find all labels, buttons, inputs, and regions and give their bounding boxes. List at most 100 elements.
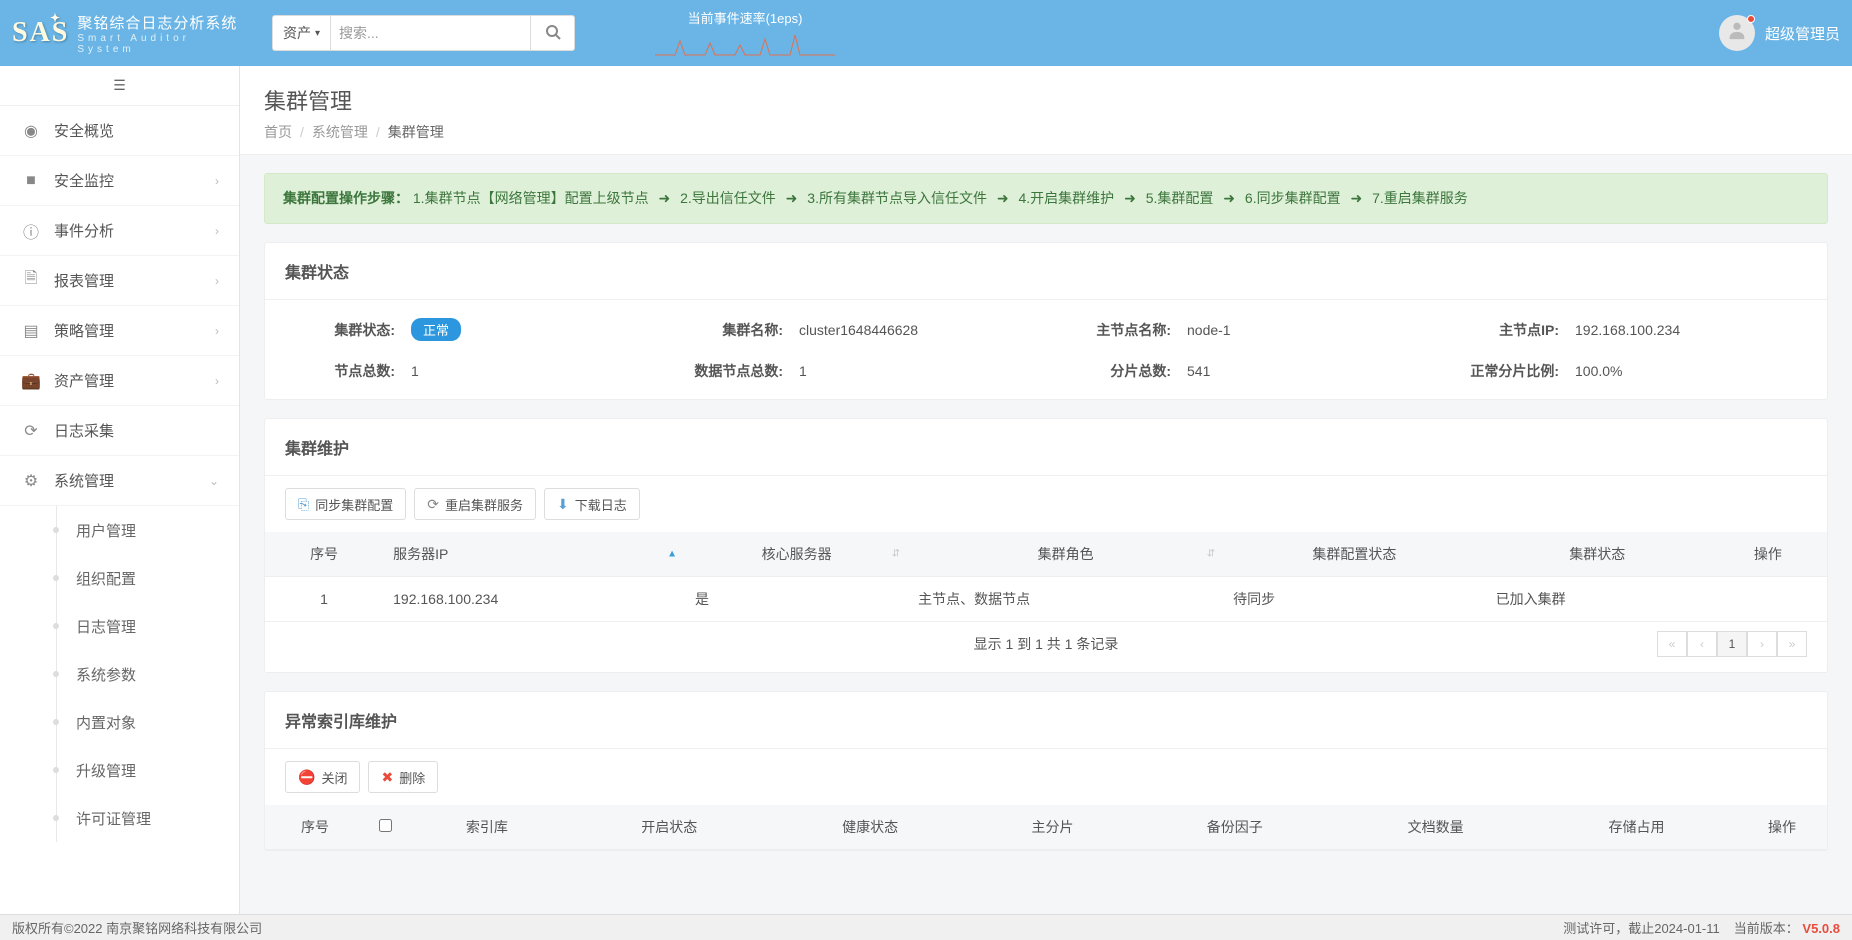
alert-step: 5.集群配置 xyxy=(1146,190,1214,206)
alert-step: 4.开启集群维护 xyxy=(1019,190,1115,206)
username: 超级管理员 xyxy=(1765,23,1840,44)
select-all-checkbox[interactable] xyxy=(379,819,392,832)
sidebar-sub-upgrade[interactable]: 升级管理 xyxy=(56,746,239,794)
status-grid: 集群状态:正常集群名称:cluster1648446628主节点名称:node-… xyxy=(285,318,1807,381)
col-open[interactable]: 开启状态 xyxy=(569,805,770,850)
cell-cfg: 待同步 xyxy=(1223,577,1486,622)
status-value: 100.0% xyxy=(1575,363,1622,379)
col-index[interactable]: 索引库 xyxy=(405,805,569,850)
col-role[interactable]: 集群角色 ⇵ xyxy=(908,532,1223,577)
close-button[interactable]: ⛔ 关闭 xyxy=(285,761,360,793)
btn-label: 下载日志 xyxy=(575,495,627,514)
asset-dropdown-label: 资产 xyxy=(283,23,311,43)
sidebar-item-asset[interactable]: 💼 资产管理 › xyxy=(0,356,239,406)
asset-dropdown[interactable]: 资产 ▾ xyxy=(272,15,331,51)
status-item: 正常分片比例: 100.0% xyxy=(1449,361,1807,381)
breadcrumb-section[interactable]: 系统管理 xyxy=(312,122,368,142)
footer-version-label: 当前版本： xyxy=(1734,921,1799,936)
user-area[interactable]: 超级管理员 xyxy=(1719,15,1840,51)
sidebar-item-monitor[interactable]: ■ 安全监控 › xyxy=(0,156,239,206)
breadcrumb-home[interactable]: 首页 xyxy=(264,122,292,142)
col-ip[interactable]: 服务器IP ▲ xyxy=(383,532,685,577)
sidebar-item-label: 事件分析 xyxy=(54,220,215,241)
col-seq[interactable]: 序号 xyxy=(265,805,365,850)
arrow-right-icon: ➜ xyxy=(655,190,675,206)
col-cfg[interactable]: 集群配置状态 xyxy=(1223,532,1486,577)
page-last-button[interactable]: » xyxy=(1777,631,1807,657)
search-input[interactable] xyxy=(331,15,531,51)
sidebar-toggle[interactable]: ☰ xyxy=(0,66,239,106)
page-next-button[interactable]: › xyxy=(1747,631,1777,657)
col-docs[interactable]: 文档数量 xyxy=(1335,805,1536,850)
restart-service-button[interactable]: ⟳ 重启集群服务 xyxy=(414,488,536,520)
page-prev-button[interactable]: ‹ xyxy=(1687,631,1717,657)
sidebar-sub-builtin[interactable]: 内置对象 xyxy=(56,698,239,746)
content-area: 集群配置操作步骤： 1.集群节点【网络管理】配置上级节点 ➜ 2.导出信任文件 … xyxy=(240,155,1852,887)
sidebar-item-label: 安全概览 xyxy=(54,120,219,141)
cell-ip: 192.168.100.234 xyxy=(383,577,685,622)
logo-sas: SAS✦ xyxy=(12,17,69,49)
status-item: 数据节点总数:1 xyxy=(673,361,1031,381)
status-item: 主节点IP:192.168.100.234 xyxy=(1449,318,1807,341)
panel-body: 集群状态:正常集群名称:cluster1648446628主节点名称:node-… xyxy=(265,300,1827,399)
col-core[interactable]: 核心服务器 ⇵ xyxy=(685,532,908,577)
sidebar-sub-param[interactable]: 系统参数 xyxy=(56,650,239,698)
panel-title: 集群状态 xyxy=(285,259,1807,283)
status-label: 集群名称: xyxy=(673,320,783,340)
footer-version-wrap: 当前版本： V5.0.8 xyxy=(1734,918,1840,937)
panel-cluster-maint: 集群维护 ⎘ 同步集群配置 ⟳ 重启集群服务 ⬇ 下载日志 xyxy=(264,418,1828,673)
page-first-button[interactable]: « xyxy=(1657,631,1687,657)
panel-header: 异常索引库维护 xyxy=(265,692,1827,749)
sync-icon: ⎘ xyxy=(298,496,309,513)
status-label: 正常分片比例: xyxy=(1449,361,1559,381)
status-label: 集群状态: xyxy=(285,320,395,340)
sidebar-item-report[interactable]: 🗎 报表管理 › xyxy=(0,256,239,306)
status-label: 主节点名称: xyxy=(1061,320,1171,340)
col-primary[interactable]: 主分片 xyxy=(971,805,1135,850)
delete-button[interactable]: ✖ 删除 xyxy=(368,761,438,793)
col-status[interactable]: 集群状态 xyxy=(1486,532,1709,577)
col-storage[interactable]: 存储占用 xyxy=(1536,805,1737,850)
panel-index-maint: 异常索引库维护 ⛔ 关闭 ✖ 删除 序号 xyxy=(264,691,1828,851)
col-replica[interactable]: 备份因子 xyxy=(1134,805,1335,850)
sidebar-item-event[interactable]: ⓘ 事件分析 › xyxy=(0,206,239,256)
alert-step: 3.所有集群节点导入信任文件 xyxy=(807,190,987,206)
sidebar-item-policy[interactable]: ▤ 策略管理 › xyxy=(0,306,239,356)
sync-config-button[interactable]: ⎘ 同步集群配置 xyxy=(285,488,406,520)
alert-step: 6.同步集群配置 xyxy=(1245,190,1341,206)
event-rate-area: 当前事件速率(1eps) xyxy=(655,8,835,59)
sidebar-sub-license[interactable]: 许可证管理 xyxy=(56,794,239,842)
col-op[interactable]: 操作 xyxy=(1709,532,1827,577)
arrow-right-icon: ➜ xyxy=(993,190,1013,206)
col-seq[interactable]: 序号 xyxy=(265,532,383,577)
event-rate-label: 当前事件速率(1eps) xyxy=(655,8,835,27)
logo-area: SAS✦ 聚铭综合日志分析系统 Smart Auditor System xyxy=(12,12,252,55)
page-number-button[interactable]: 1 xyxy=(1717,631,1747,657)
footer-right: 测试许可，截止2024-01-11 当前版本： V5.0.8 xyxy=(1563,918,1840,937)
status-label: 节点总数: xyxy=(285,361,395,381)
sidebar-sub-log[interactable]: 日志管理 xyxy=(56,602,239,650)
status-label: 数据节点总数: xyxy=(673,361,783,381)
col-health[interactable]: 健康状态 xyxy=(770,805,971,850)
briefcase-icon: 💼 xyxy=(20,371,42,391)
sidebar-sub-org[interactable]: 组织配置 xyxy=(56,554,239,602)
table-info: 显示 1 到 1 共 1 条记录 xyxy=(974,634,1119,654)
status-value: cluster1648446628 xyxy=(799,322,918,338)
caret-down-icon: ▾ xyxy=(315,28,320,39)
sidebar-item-log[interactable]: ⟳ 日志采集 xyxy=(0,406,239,456)
sidebar-item-system[interactable]: ⚙ 系统管理 ⌄ xyxy=(0,456,239,506)
download-log-button[interactable]: ⬇ 下载日志 xyxy=(544,488,640,520)
sidebar-item-overview[interactable]: ◉ 安全概览 xyxy=(0,106,239,156)
col-op[interactable]: 操作 xyxy=(1737,805,1827,850)
sidebar-item-label: 日志采集 xyxy=(54,420,219,441)
chevron-right-icon: › xyxy=(215,324,219,338)
search-button[interactable] xyxy=(531,15,575,51)
cell-core: 是 xyxy=(685,577,908,622)
sidebar-sub-user[interactable]: 用户管理 xyxy=(56,506,239,554)
index-table: 序号 索引库 开启状态 健康状态 主分片 备份因子 文档数量 存储占用 操作 xyxy=(265,805,1827,850)
delete-icon: ✖ xyxy=(381,769,393,786)
table-row[interactable]: 1 192.168.100.234 是 主节点、数据节点 待同步 已加入集群 xyxy=(265,577,1827,622)
sidebar-item-label: 报表管理 xyxy=(54,270,215,291)
arrow-right-icon: ➜ xyxy=(1347,190,1367,206)
status-value: 正常 xyxy=(411,318,461,341)
